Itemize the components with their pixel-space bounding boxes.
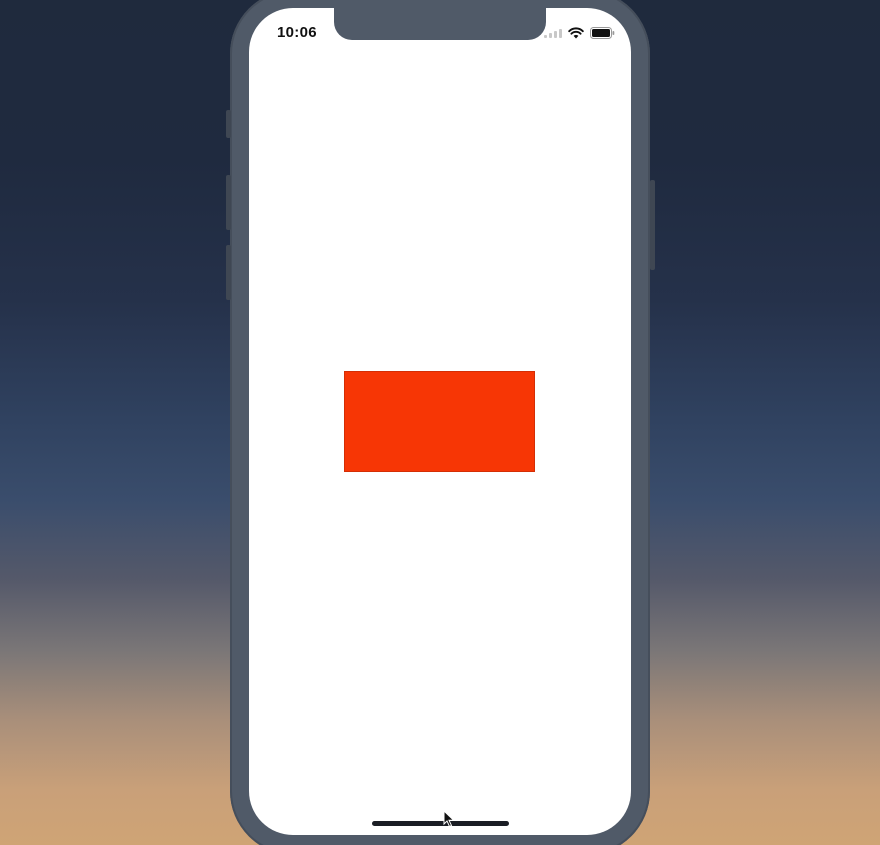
status-bar-icons [544,26,615,40]
device-screen[interactable]: 10:06 [249,8,631,835]
home-indicator[interactable] [372,821,509,826]
mute-switch [226,110,231,138]
volume-up-button [226,175,231,230]
red-rectangle-view[interactable] [344,371,535,472]
power-button [650,180,655,270]
wifi-icon [568,27,584,39]
notch [334,8,546,40]
cellular-signal-icon [544,28,562,38]
volume-down-button [226,245,231,300]
battery-icon [590,27,615,39]
status-bar-time: 10:06 [277,24,317,41]
mouse-pointer-icon [443,810,455,828]
